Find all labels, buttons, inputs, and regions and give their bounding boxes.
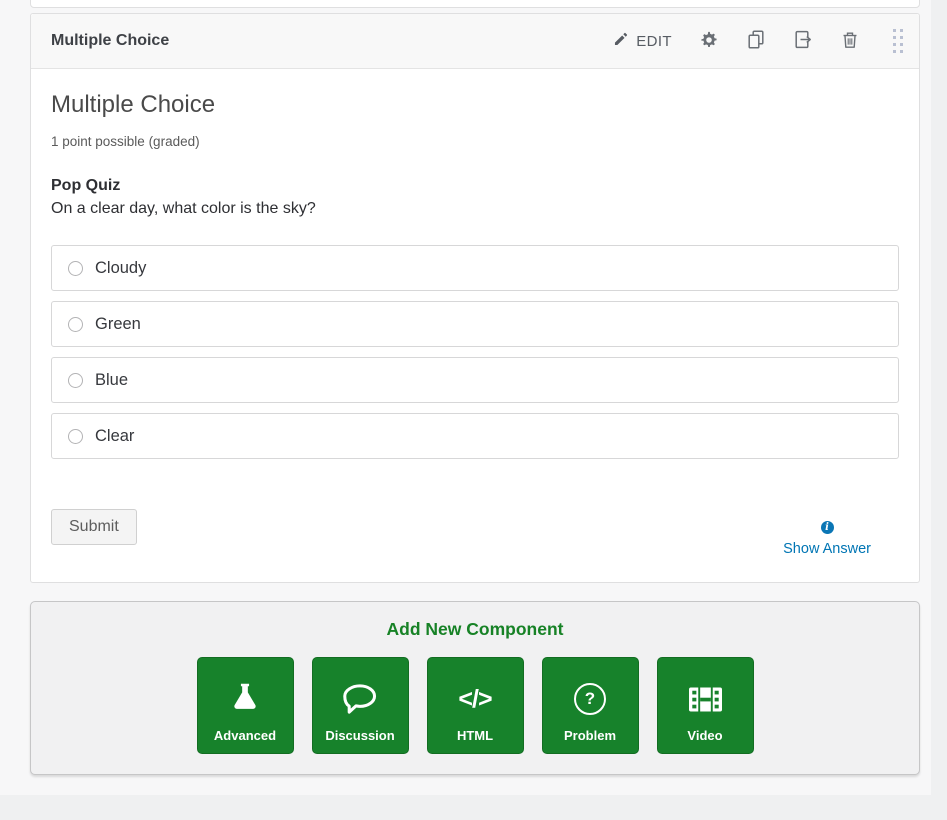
radio-button-icon[interactable] xyxy=(68,317,83,332)
delete-button[interactable] xyxy=(840,30,860,52)
problem-body: Multiple Choice 1 point possible (graded… xyxy=(31,91,919,557)
pencil-icon xyxy=(613,31,629,51)
points-text: 1 point possible (graded) xyxy=(51,134,899,149)
move-button[interactable] xyxy=(793,30,813,52)
add-button-label: Advanced xyxy=(214,728,276,743)
radio-button-icon[interactable] xyxy=(68,429,83,444)
add-advanced-button[interactable]: Advanced xyxy=(197,657,294,754)
flask-icon xyxy=(229,679,261,719)
submit-button[interactable]: Submit xyxy=(51,509,137,545)
film-icon xyxy=(689,679,722,719)
choice-label: Clear xyxy=(95,427,134,446)
add-component-panel: Add New Component Advanced Discussion </ xyxy=(30,601,920,775)
duplicate-icon xyxy=(747,30,765,52)
choice-option-cloudy[interactable]: Cloudy xyxy=(51,245,899,291)
question-title: Pop Quiz xyxy=(51,177,899,195)
add-video-button[interactable]: Video xyxy=(657,657,754,754)
code-icon: </> xyxy=(458,679,491,719)
drag-handle-icon[interactable] xyxy=(893,29,903,53)
radio-button-icon[interactable] xyxy=(68,261,83,276)
gear-icon xyxy=(700,31,718,52)
add-button-label: HTML xyxy=(457,728,493,743)
edit-button[interactable]: EDIT xyxy=(613,31,672,51)
duplicate-button[interactable] xyxy=(746,30,766,52)
edit-button-label: EDIT xyxy=(636,33,672,50)
add-discussion-button[interactable]: Discussion xyxy=(312,657,409,754)
show-answer-link[interactable]: Show Answer xyxy=(783,541,871,557)
component-title: Multiple Choice xyxy=(51,32,613,50)
move-icon xyxy=(794,30,812,52)
choice-label: Green xyxy=(95,315,141,334)
trash-icon xyxy=(842,31,858,52)
component-actions: EDIT xyxy=(613,29,907,53)
page-background: Multiple Choice EDIT xyxy=(0,0,931,795)
component-card-header: Multiple Choice EDIT xyxy=(31,14,919,69)
add-component-title: Add New Component xyxy=(31,619,919,640)
add-button-label: Discussion xyxy=(325,728,394,743)
choice-option-green[interactable]: Green xyxy=(51,301,899,347)
problem-actions-row: Submit i Show Answer xyxy=(51,509,899,557)
add-html-button[interactable]: </> HTML xyxy=(427,657,524,754)
choice-label: Blue xyxy=(95,371,128,390)
previous-component-card-edge xyxy=(30,0,920,8)
choice-option-blue[interactable]: Blue xyxy=(51,357,899,403)
question-text: On a clear day, what color is the sky? xyxy=(51,200,899,218)
add-button-label: Problem xyxy=(564,728,616,743)
speech-bubble-icon xyxy=(342,679,378,719)
choice-label: Cloudy xyxy=(95,259,146,278)
add-problem-button[interactable]: ? Problem xyxy=(542,657,639,754)
choice-option-clear[interactable]: Clear xyxy=(51,413,899,459)
problem-title: Multiple Choice xyxy=(51,91,899,119)
settings-button[interactable] xyxy=(699,30,719,52)
add-button-label: Video xyxy=(687,728,722,743)
question-circle-icon: ? xyxy=(574,679,606,719)
choice-group: Cloudy Green Blue Clear xyxy=(51,245,899,459)
add-component-buttons: Advanced Discussion </> HTML ? xyxy=(31,657,919,754)
component-card: Multiple Choice EDIT xyxy=(30,13,920,583)
info-icon[interactable]: i xyxy=(821,521,834,534)
show-answer-block: i Show Answer xyxy=(783,517,871,557)
radio-button-icon[interactable] xyxy=(68,373,83,388)
